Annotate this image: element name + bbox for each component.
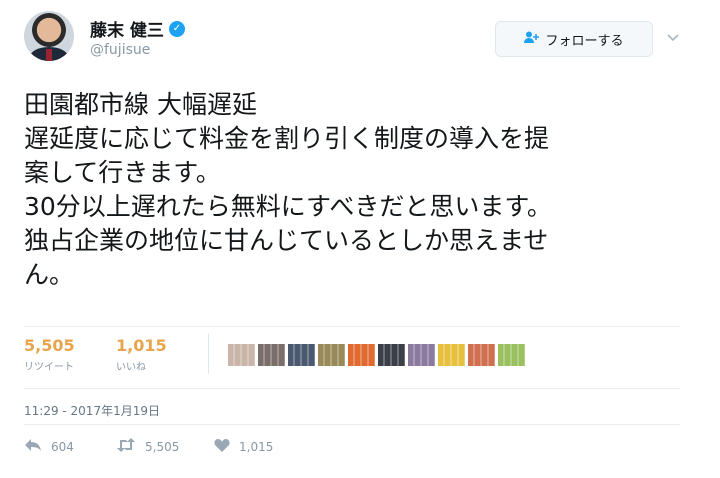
stat-separator <box>208 334 209 374</box>
author-name[interactable]: 藤末 健三 <box>90 16 164 41</box>
follow-button-label: フォローする <box>545 33 624 49</box>
avatar-tie <box>46 49 52 61</box>
liker-avatar[interactable] <box>258 344 285 366</box>
liker-avatar[interactable] <box>468 344 495 366</box>
tweet-line: 案して行きます。 <box>24 158 221 187</box>
liker-avatar[interactable] <box>228 344 255 366</box>
tweet-line: 田園都市線 大幅遅延 <box>24 90 257 119</box>
author-handle[interactable]: @fujisue <box>90 42 150 58</box>
liker-avatar[interactable] <box>378 344 405 366</box>
tweet-timestamp[interactable]: 11:29 - 2017年1月19日 <box>24 402 160 419</box>
reply-count: 604 <box>51 440 74 454</box>
retweet-label: リツイート <box>24 362 74 373</box>
like-action-count: 1,015 <box>239 440 274 454</box>
reply-icon <box>24 437 42 457</box>
divider <box>24 326 680 327</box>
retweet-stat[interactable]: 5,505 リツイート <box>24 336 75 373</box>
liker-avatar[interactable] <box>498 344 525 366</box>
like-button[interactable]: 1,015 <box>214 437 273 457</box>
retweet-count: 5,505 <box>24 336 75 355</box>
like-count: 1,015 <box>116 336 167 355</box>
reply-button[interactable]: 604 <box>24 437 74 457</box>
retweet-icon <box>116 437 136 457</box>
chevron-down-icon[interactable] <box>666 30 680 44</box>
like-label: いいね <box>116 362 146 373</box>
person-plus-icon <box>524 31 540 48</box>
tweet-line: 独占企業の地位に甘んじているとしか思えませ <box>24 226 549 255</box>
liker-avatar[interactable] <box>408 344 435 366</box>
divider <box>24 424 680 425</box>
liker-avatar[interactable] <box>348 344 375 366</box>
follow-button[interactable]: フォローする <box>495 21 653 57</box>
retweet-button[interactable]: 5,505 <box>116 437 179 457</box>
liker-avatar[interactable] <box>438 344 465 366</box>
tweet-text: 田園都市線 大幅遅延 遅延度に応じて料金を割り引く制度の導入を提 案して行きます… <box>24 88 684 292</box>
heart-icon <box>214 437 230 457</box>
like-stat[interactable]: 1,015 いいね <box>116 336 167 373</box>
liker-avatars <box>228 344 525 366</box>
retweet-action-count: 5,505 <box>145 440 180 454</box>
avatar[interactable] <box>24 11 74 61</box>
liker-avatar[interactable] <box>288 344 315 366</box>
tweet-line: 30分以上遅れたら無料にすべきだと思います。 <box>24 192 552 221</box>
tweet-line: 遅延度に応じて料金を割り引く制度の導入を提 <box>24 124 550 153</box>
tweet-line: ん。 <box>24 260 75 289</box>
liker-avatar[interactable] <box>318 344 345 366</box>
verified-badge-icon: ✓ <box>168 20 185 37</box>
divider <box>24 388 680 389</box>
author-name-row[interactable]: 藤末 健三 ✓ <box>90 16 185 41</box>
